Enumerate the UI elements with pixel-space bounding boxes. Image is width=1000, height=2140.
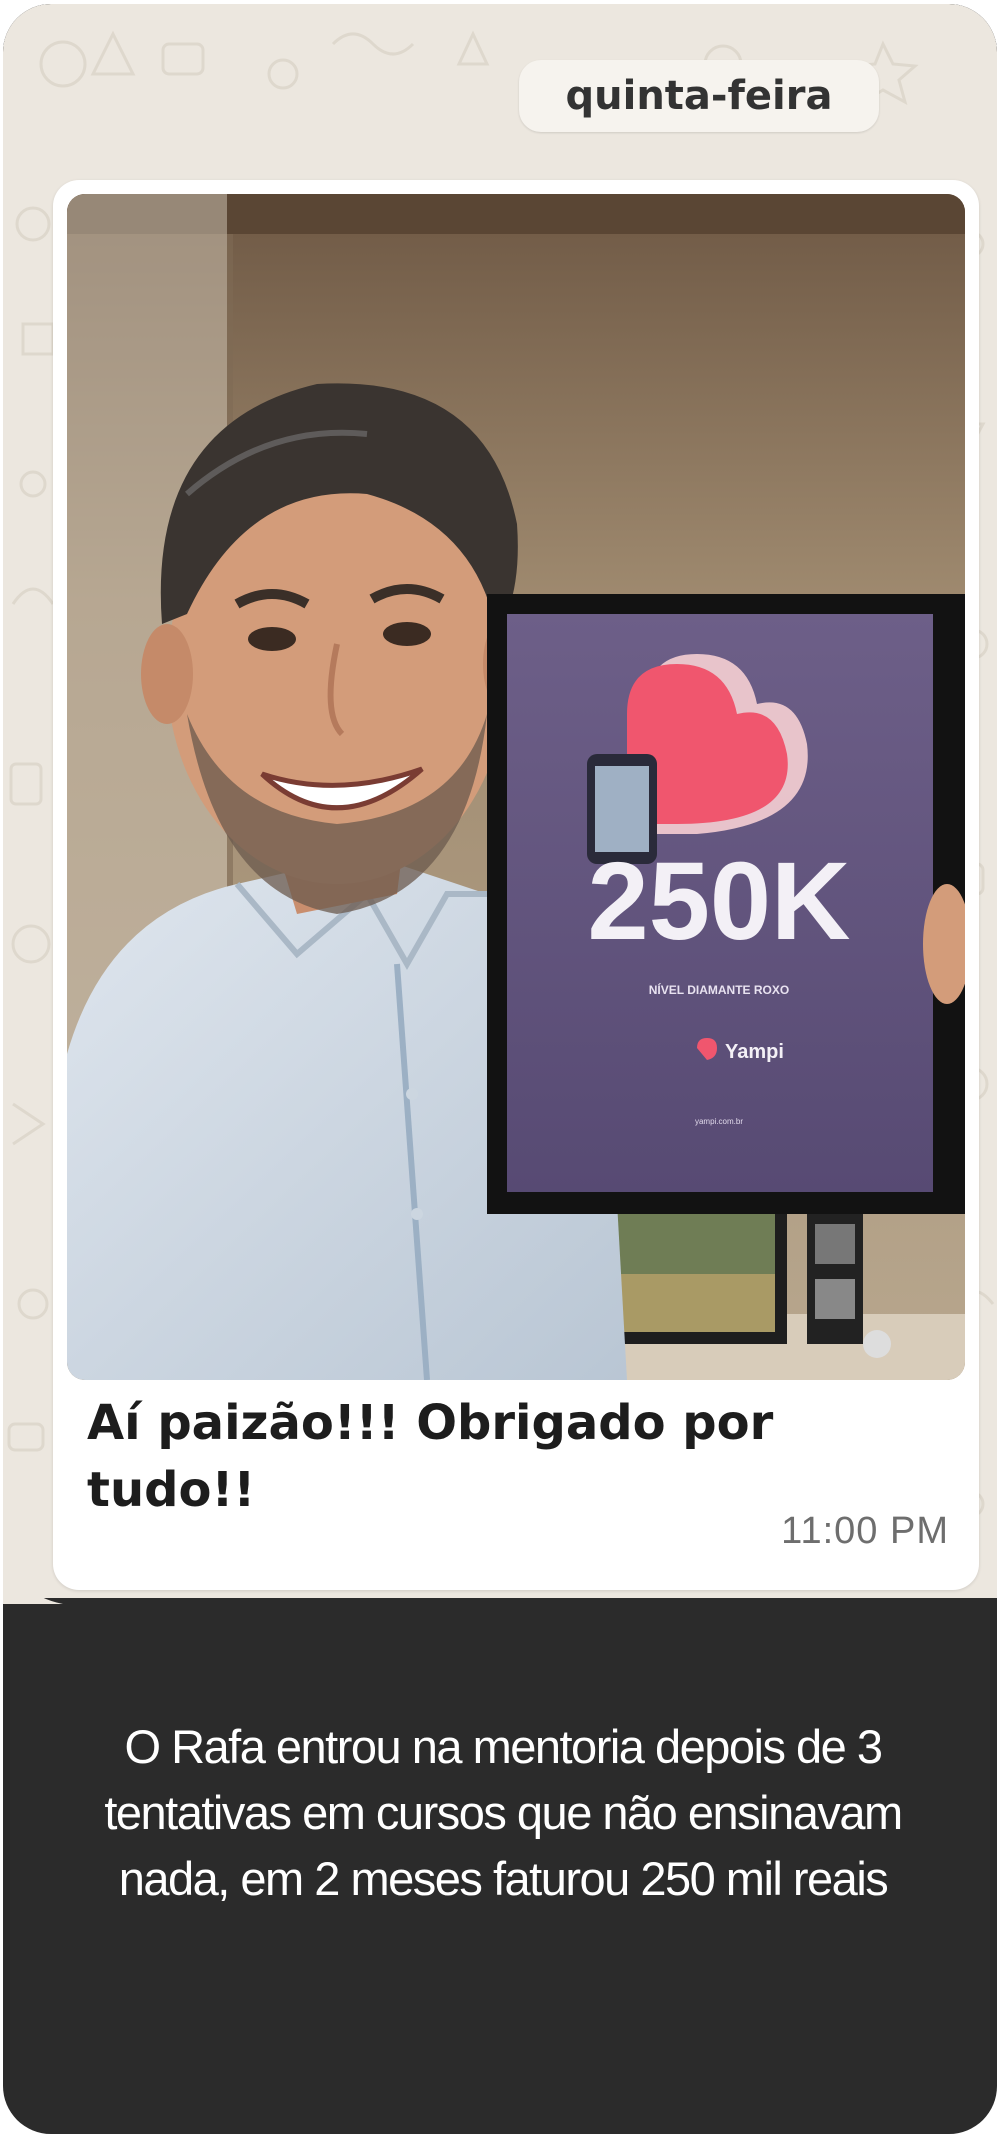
message-bubble[interactable]: 250K NÍVEL DIAMANTE ROXO Yampi yampi.com…: [53, 180, 979, 1590]
chat-background: quinta-feira 250K NÍVEL DIAMANTE ROXO Ya…: [3, 4, 997, 1598]
plaque-brand: Yampi: [725, 1041, 784, 1063]
bubble-tail-corner: [3, 1544, 63, 1604]
testimonial-card: quinta-feira 250K NÍVEL DIAMANTE ROXO Ya…: [3, 4, 997, 2134]
plaque-value: 250K: [588, 840, 851, 963]
plaque-level: NÍVEL DIAMANTE ROXO: [649, 982, 789, 997]
testimonial-text: O Rafa entrou na mentoria depois de 3 te…: [104, 1720, 903, 1905]
message-timestamp: 11:00 PM: [781, 1510, 949, 1552]
message-photo[interactable]: 250K NÍVEL DIAMANTE ROXO Yampi yampi.com…: [67, 194, 965, 1380]
photo-illustration: 250K NÍVEL DIAMANTE ROXO Yampi yampi.com…: [67, 194, 965, 1380]
plaque-url: yampi.com.br: [695, 1117, 743, 1126]
message-caption: Aí paizão!!! Obrigado por tudo!!: [87, 1395, 774, 1518]
day-separator: quinta-feira: [519, 60, 879, 132]
